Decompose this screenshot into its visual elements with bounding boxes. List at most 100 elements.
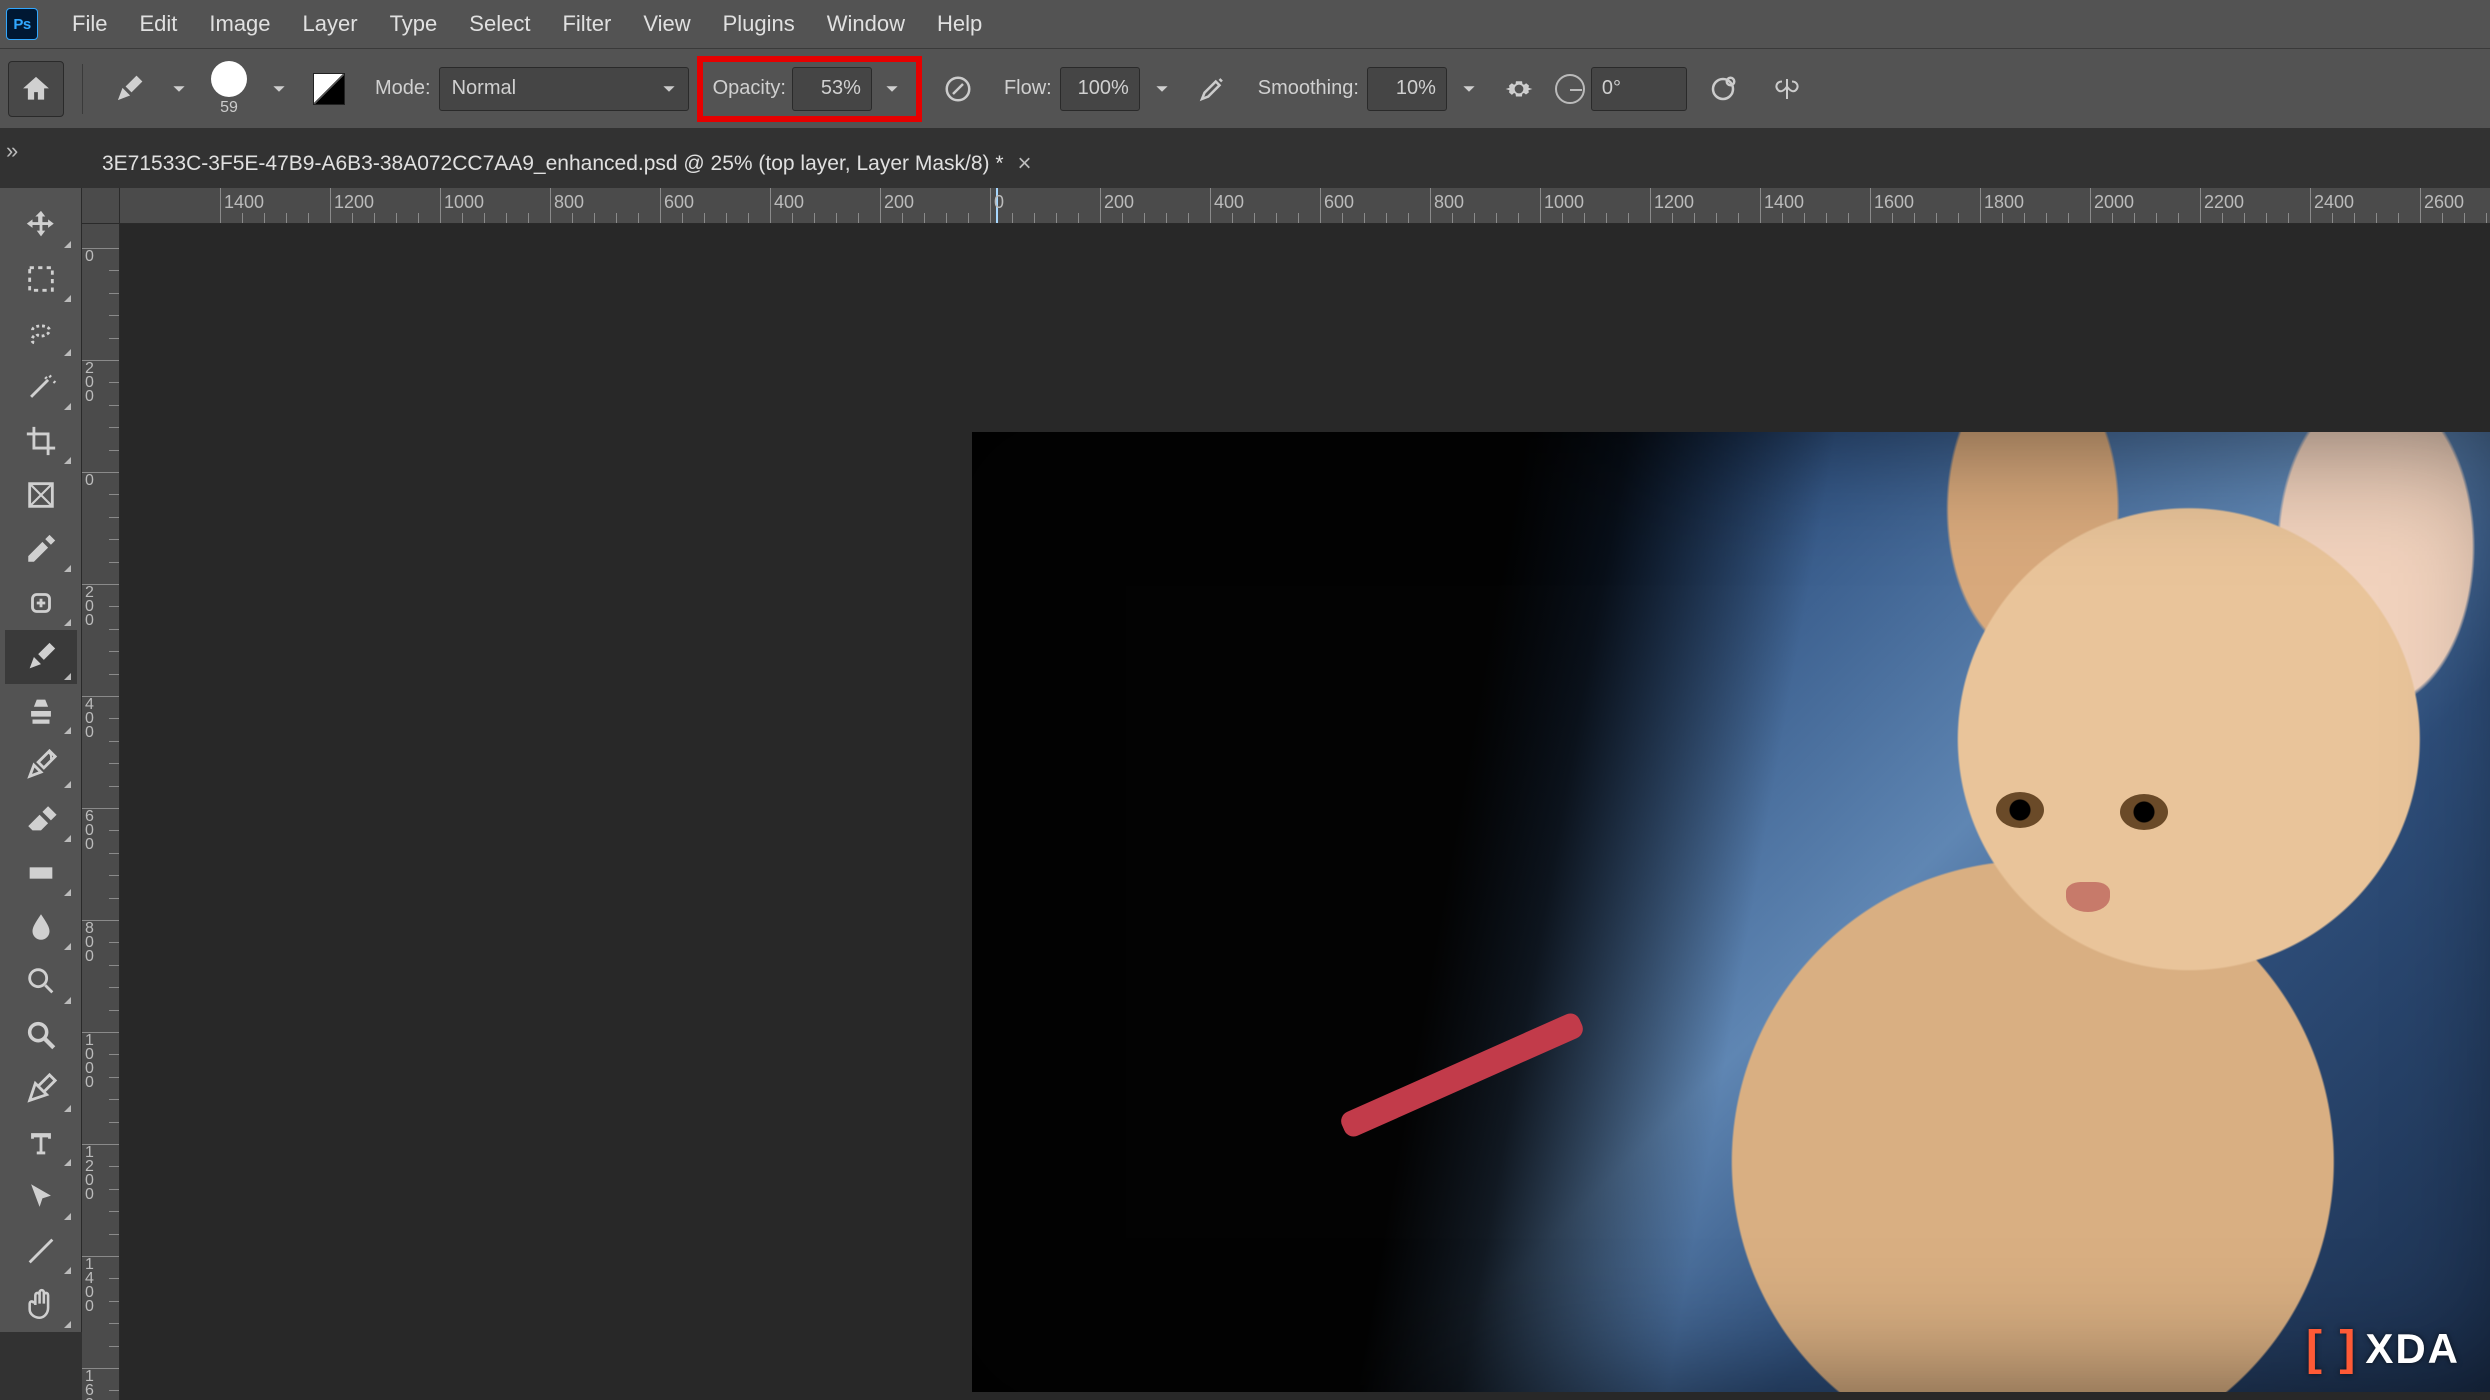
canvas[interactable] [120,224,2490,1400]
ruler-horizontal[interactable]: 1400120010008006004002000200400600800100… [120,188,2490,224]
document-tab[interactable]: 3E71533C-3F5E-47B9-A6B3-38A072CC7AA9_enh… [92,144,1042,184]
flow-dropdown[interactable] [1148,65,1176,113]
brush-preset-dropdown[interactable] [265,65,293,113]
pressure-size-button[interactable] [1695,61,1751,117]
brush-settings-icon [313,73,345,105]
ruler-v-tick: 4 0 0 [85,698,99,740]
flow-label: Flow: [1004,77,1052,100]
ruler-v-tick: 2 0 0 [85,586,99,628]
move-tool[interactable] [5,198,77,252]
watermark: [ ] XDA [2306,1321,2460,1376]
ruler-h-tick: 800 [1434,192,1464,213]
butterfly-icon [1772,74,1802,104]
menu-view[interactable]: View [627,1,706,47]
menu-plugins[interactable]: Plugins [707,1,811,47]
tool-preset-dropdown[interactable] [165,65,193,113]
tool-preset-picker[interactable] [101,61,157,117]
eraser-tool[interactable] [5,792,77,846]
menu-help[interactable]: Help [921,1,998,47]
menu-bar: Ps File Edit Image Layer Type Select Fil… [0,0,2490,48]
ruler-h-tick: 200 [884,192,914,213]
menu-filter[interactable]: Filter [546,1,627,47]
ruler-h-tick: 1200 [1654,192,1694,213]
document-tab-title: 3E71533C-3F5E-47B9-A6B3-38A072CC7AA9_enh… [102,152,1004,176]
symmetry-button[interactable] [1759,61,1815,117]
crop-tool[interactable] [5,414,77,468]
ruler-h-tick: 1000 [444,192,484,213]
home-button[interactable] [8,61,64,117]
gear-icon [1504,74,1534,104]
menu-select[interactable]: Select [453,1,546,47]
flow-value: 100% [1078,77,1129,100]
pressure-opacity-button[interactable] [930,61,986,117]
ruler-corner [82,188,120,224]
healing-brush-tool[interactable] [5,576,77,630]
airbrush-button[interactable] [1184,61,1240,117]
app-logo: Ps [6,8,38,40]
path-selection-tool[interactable] [5,1170,77,1224]
ruler-v-tick: 1 4 0 0 [85,1258,99,1314]
blur-tool[interactable] [5,900,77,954]
watermark-logo-icon: [ ] [2306,1321,2357,1376]
clone-stamp-tool[interactable] [5,684,77,738]
ruler-h-tick: 2600 [2424,192,2464,213]
ruler-v-tick: 1 0 0 0 [85,1034,99,1090]
opacity-highlight-annotation: Opacity: 53% [697,56,922,122]
flow-input[interactable]: 100% [1060,67,1140,111]
ruler-h-tick: 400 [774,192,804,213]
menu-edit[interactable]: Edit [123,1,193,47]
smoothing-dropdown[interactable] [1455,65,1483,113]
ruler-h-tick: 2000 [2094,192,2134,213]
opacity-dropdown[interactable] [878,65,906,113]
smoothing-options-button[interactable] [1491,61,1547,117]
workspace: 1400120010008006004002000200400600800100… [82,188,2490,1400]
watermark-text: XDA [2365,1325,2460,1373]
tool-panel [0,188,82,1332]
menu-window[interactable]: Window [811,1,921,47]
line-tool[interactable] [5,1224,77,1278]
ruler-h-tick: 400 [1214,192,1244,213]
smoothing-value: 10% [1396,77,1436,100]
angle-icon[interactable] [1555,74,1585,104]
ruler-vertical[interactable]: 02 0 002 0 04 0 06 0 08 0 01 0 0 01 2 0 … [82,224,120,1400]
type-tool[interactable] [5,1116,77,1170]
frame-tool[interactable] [5,468,77,522]
document-tab-bar: 3E71533C-3F5E-47B9-A6B3-38A072CC7AA9_enh… [92,144,1042,184]
brush-preview-icon [211,61,247,97]
marquee-tool[interactable] [5,252,77,306]
menu-layer[interactable]: Layer [287,1,374,47]
opacity-input[interactable]: 53% [792,67,872,111]
magic-wand-tool[interactable] [5,360,77,414]
menu-type[interactable]: Type [374,1,454,47]
pen-tool[interactable] [5,1062,77,1116]
brush-tool[interactable] [5,630,77,684]
menu-image[interactable]: Image [193,1,286,47]
mode-value: Normal [452,77,516,100]
dodge-tool[interactable] [5,954,77,1008]
lasso-tool[interactable] [5,306,77,360]
hand-tool[interactable] [5,1278,77,1332]
expand-toolbar-button[interactable]: » [6,138,18,164]
menu-file[interactable]: File [56,1,123,47]
eyedropper-tool[interactable] [5,522,77,576]
brush-preset-picker[interactable]: 59 [201,61,257,117]
ruler-h-tick: 200 [1104,192,1134,213]
gradient-tool[interactable] [5,846,77,900]
history-brush-tool[interactable] [5,738,77,792]
tab-close-button[interactable]: × [1018,150,1032,178]
ruler-h-tick: 1600 [1874,192,1914,213]
smoothing-input[interactable]: 10% [1367,67,1447,111]
mode-label: Mode: [375,77,431,100]
opacity-label: Opacity: [713,77,786,100]
brush-settings-panel-button[interactable] [301,61,357,117]
brush-size-value: 59 [220,99,238,117]
mode-select[interactable]: Normal [439,67,689,111]
ruler-v-tick: 1 2 0 0 [85,1146,99,1202]
ruler-v-tick: 6 0 0 [85,810,99,852]
angle-input[interactable]: 0° [1591,67,1687,111]
zoom-tool[interactable] [5,1008,77,1062]
ruler-h-tick: 600 [664,192,694,213]
angle-group: 0° [1555,67,1687,111]
angle-value: 0° [1602,77,1621,100]
opacity-value: 53% [821,77,861,100]
